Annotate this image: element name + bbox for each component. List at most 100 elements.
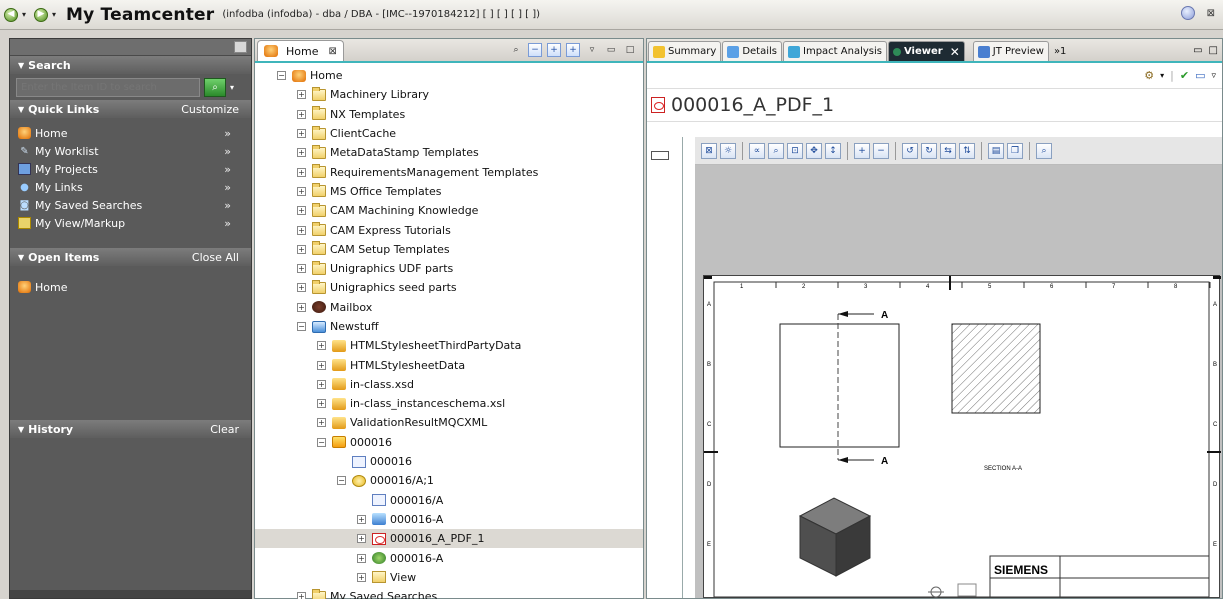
expand-toggle-icon[interactable]: + xyxy=(297,302,306,312)
tree-node[interactable]: + HTMLStylesheetThirdPartyData xyxy=(255,336,643,355)
quick-link-my-worklist[interactable]: ✎ My Worklist » xyxy=(10,142,251,160)
forward-dropdown-icon[interactable]: ▾ xyxy=(52,10,56,19)
find-icon[interactable]: ⌕ xyxy=(1036,142,1052,159)
quick-link-my-links[interactable]: ● My Links » xyxy=(10,178,251,196)
zoom-window-icon[interactable]: ⌕ xyxy=(768,142,784,159)
forward-button[interactable]: ▶ xyxy=(34,7,49,22)
drawing-sheet[interactable]: 12345678 AABBCCDDEE A A SECTION A-A SIEM… xyxy=(702,273,1223,598)
flip-horizontal-icon[interactable]: ⇆ xyxy=(940,142,956,159)
expand-toggle-icon[interactable]: + xyxy=(317,399,326,409)
quick-links-section-header[interactable]: ▼ Quick Links Customize xyxy=(10,100,251,118)
fit-width-icon[interactable]: ⊡ xyxy=(787,142,803,159)
expand-icon[interactable]: + xyxy=(547,43,561,57)
tree-node[interactable]: 000016 xyxy=(255,452,643,471)
search-section-header[interactable]: ▼ Search xyxy=(10,56,251,74)
window-icon[interactable]: ▭ xyxy=(1195,69,1205,82)
close-tab-icon[interactable]: ✕ xyxy=(950,45,960,59)
chevron-right-icon[interactable]: » xyxy=(224,217,231,230)
minimize-icon[interactable]: ▭ xyxy=(1193,45,1202,56)
expand-toggle-icon[interactable]: + xyxy=(317,341,326,351)
tree-node[interactable]: +000016_A_PDF_1 xyxy=(255,529,643,549)
close-tab-icon[interactable]: ⊠ xyxy=(328,46,336,57)
history-section-header[interactable]: ▼ History Clear xyxy=(10,420,251,438)
copy-icon[interactable]: ❐ xyxy=(1007,142,1023,159)
quick-link-home[interactable]: Home » xyxy=(10,124,251,142)
collapse-toggle-icon[interactable]: − xyxy=(297,322,306,331)
expand-toggle-icon[interactable]: + xyxy=(297,167,306,177)
expand-toggle-icon[interactable]: + xyxy=(317,360,326,370)
customize-link[interactable]: Customize xyxy=(181,103,239,116)
tree-node[interactable]: + Unigraphics UDF parts xyxy=(255,259,643,278)
vertical-move-icon[interactable]: ↕ xyxy=(825,142,841,159)
expand-toggle-icon[interactable]: + xyxy=(357,534,366,544)
close-window-icon[interactable]: ⊠ xyxy=(1207,8,1215,19)
collapse-all-icon[interactable]: − xyxy=(528,43,542,57)
tab-jt-preview[interactable]: JT Preview xyxy=(972,41,1049,61)
tree-node[interactable]: + NX Templates xyxy=(255,105,643,124)
open-items-section-header[interactable]: ▼ Open Items Close All xyxy=(10,248,251,266)
maximize-icon[interactable]: □ xyxy=(623,43,637,57)
minimize-navigator-button[interactable] xyxy=(234,41,247,53)
expand-toggle-icon[interactable]: + xyxy=(297,592,306,599)
tree-node[interactable]: + Machinery Library xyxy=(255,85,643,104)
expand-toggle-icon[interactable]: + xyxy=(297,129,306,139)
tree-node[interactable]: − 000016/A;1 xyxy=(255,471,643,490)
tree-node[interactable]: + HTMLStylesheetData xyxy=(255,355,643,374)
maximize-icon[interactable]: □ xyxy=(1209,45,1218,56)
globe-icon[interactable] xyxy=(1180,6,1195,20)
collapse-toggle-icon[interactable]: − xyxy=(337,476,346,486)
tab-details[interactable]: Details xyxy=(722,41,782,61)
bookmark-tree-icon[interactable] xyxy=(651,151,669,160)
tree-node[interactable]: +000016-A xyxy=(255,510,643,529)
tree-node[interactable]: + My Saved Searches xyxy=(255,587,643,599)
quick-link-my-saved-searches[interactable]: ◙ My Saved Searches » xyxy=(10,196,251,214)
expand-toggle-icon[interactable]: + xyxy=(297,244,306,254)
move-icon[interactable]: ✥ xyxy=(806,142,822,159)
view-menu-icon[interactable]: ▿ xyxy=(585,43,599,57)
expand-toggle-icon[interactable]: + xyxy=(317,379,326,389)
tree-node[interactable]: + ValidationResultMQCXML xyxy=(255,413,643,432)
collapse-toggle-icon[interactable]: − xyxy=(277,71,286,81)
tree-node[interactable]: + Mailbox xyxy=(255,298,643,317)
search-go-button[interactable]: ⌕ xyxy=(204,77,226,97)
expand-toggle-icon[interactable]: + xyxy=(357,514,366,524)
search-options-dropdown-icon[interactable]: ▾ xyxy=(230,83,234,92)
clear-history-link[interactable]: Clear xyxy=(210,423,239,436)
tab-summary[interactable]: Summary xyxy=(648,41,722,61)
tree-node[interactable]: + View xyxy=(255,568,643,587)
tree-node[interactable]: + RequirementsManagement Templates xyxy=(255,162,643,181)
tree-node[interactable]: − Newstuff xyxy=(255,317,643,336)
view-menu-icon[interactable]: ▿ xyxy=(1211,71,1216,81)
dropdown-icon[interactable]: ▾ xyxy=(1160,71,1164,80)
tree-node[interactable]: +000016-A xyxy=(255,548,643,567)
close-all-link[interactable]: Close All xyxy=(192,251,239,264)
chevron-right-icon[interactable]: » xyxy=(224,145,231,158)
tree-node[interactable]: + CAM Express Tutorials xyxy=(255,220,643,239)
tree-node[interactable]: − Home xyxy=(255,66,643,85)
tree-node[interactable]: + in-class_instanceschema.xsl xyxy=(255,394,643,413)
tab-impact-analysis[interactable]: Impact Analysis xyxy=(783,41,887,61)
expand-toggle-icon[interactable]: + xyxy=(297,186,306,196)
tree-node[interactable]: + CAM Setup Templates xyxy=(255,240,643,259)
expand-toggle-icon[interactable]: + xyxy=(297,225,306,235)
chevron-right-icon[interactable]: » xyxy=(224,163,231,176)
expand-toggle-icon[interactable]: + xyxy=(317,418,326,428)
expand-toggle-icon[interactable]: + xyxy=(297,109,306,119)
viewer-settings-icon[interactable]: ⚙ xyxy=(1144,69,1154,82)
tree-node[interactable]: + MS Office Templates xyxy=(255,182,643,201)
back-button[interactable]: ◀ xyxy=(4,7,18,22)
expand-toggle-icon[interactable]: + xyxy=(297,264,306,274)
navigator-resize-handle[interactable] xyxy=(10,590,251,598)
minimize-icon[interactable]: ▭ xyxy=(604,43,618,57)
bookmarks-panel[interactable] xyxy=(647,137,683,598)
expand-toggle-icon[interactable]: + xyxy=(297,148,306,158)
quick-link-my-projects[interactable]: My Projects » xyxy=(10,160,251,178)
expand-toggle-icon[interactable]: + xyxy=(357,572,366,582)
more-tabs-button[interactable]: »1 xyxy=(1050,41,1070,61)
rotate-left-icon[interactable]: ↺ xyxy=(902,142,918,159)
expand-toggle-icon[interactable]: + xyxy=(297,206,306,216)
tree-node[interactable]: + ClientCache xyxy=(255,124,643,143)
check-icon[interactable]: ✔ xyxy=(1180,69,1189,82)
pdf-canvas[interactable]: 12345678 AABBCCDDEE A A SECTION A-A SIEM… xyxy=(695,165,1223,598)
tree-node[interactable]: − 000016 xyxy=(255,433,643,452)
